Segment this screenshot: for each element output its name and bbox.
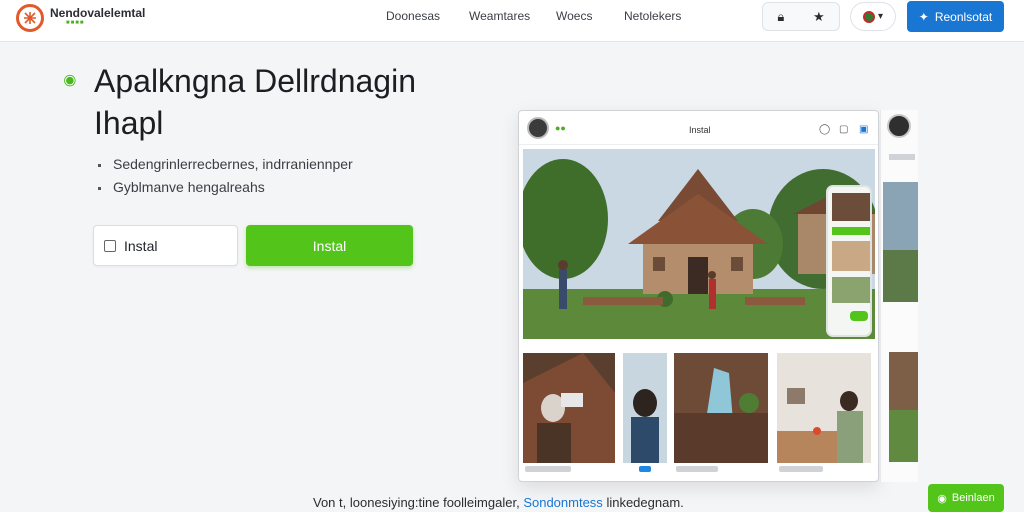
footer-note: Von t, loonesiying:tine foolleimgaler, S… bbox=[313, 495, 684, 510]
top-navigation-bar: Nendovalelemtal ■■■■ Doonesas Weamtares … bbox=[0, 0, 1024, 42]
thumbnail-caption bbox=[779, 466, 823, 472]
leaf-icon: ◉ bbox=[59, 69, 80, 91]
mobile-preview bbox=[826, 185, 872, 337]
hero-bullet: Sedengrinlerrecbernes, indrraniennper bbox=[98, 156, 353, 172]
chevron-icon: ▾ bbox=[877, 10, 884, 22]
nav-link-3[interactable]: Woecs bbox=[556, 9, 592, 23]
brand-logo-icon[interactable] bbox=[16, 4, 44, 32]
hero-bullet-text: Sedengrinlerrecbernes, indrraniennper bbox=[113, 156, 353, 172]
nav-link-4[interactable]: Netolekers bbox=[624, 9, 681, 23]
footer-text-before: Von t, loonesiying:tine foolleimgaler, bbox=[313, 495, 520, 510]
brand-tagline-marks: ■■■■ bbox=[66, 20, 85, 26]
footer-link[interactable]: Sondonmtess bbox=[523, 495, 603, 510]
gallery-thumbnail[interactable] bbox=[623, 353, 667, 463]
star-icon[interactable]: ★ bbox=[813, 10, 825, 23]
hero-title: Apalkngna Dellrdnagin Ihapl bbox=[94, 60, 454, 144]
chat-icon: ◉ bbox=[937, 492, 947, 505]
user-menu[interactable]: ▾ bbox=[850, 2, 896, 31]
nav-link-1[interactable]: Doonesas bbox=[386, 9, 440, 23]
adjacent-avatar bbox=[887, 114, 911, 138]
user-avatar-icon bbox=[862, 10, 875, 23]
chat-button-label: Beinlaen bbox=[951, 492, 995, 504]
checkbox-option[interactable]: Instal bbox=[93, 225, 238, 266]
search-icon[interactable]: ◯ bbox=[819, 124, 830, 135]
header-action-group: 🔒︎ ★ bbox=[762, 2, 840, 31]
hero-title-line-2: Ihapl bbox=[94, 105, 164, 141]
gallery-thumbnail[interactable] bbox=[674, 353, 768, 463]
user-plus-icon: ✦ bbox=[918, 9, 929, 24]
thumbnail-caption bbox=[676, 466, 718, 472]
lock-icon[interactable]: 🔒︎ bbox=[777, 10, 784, 23]
gallery-thumbnail[interactable] bbox=[523, 353, 615, 463]
leaf-icon: ●● bbox=[555, 123, 566, 133]
checkbox-icon[interactable] bbox=[104, 239, 116, 252]
adjacent-screen-preview bbox=[880, 110, 918, 482]
nav-link-2[interactable]: Weamtares bbox=[469, 9, 530, 23]
gallery-thumbnail[interactable] bbox=[777, 353, 871, 463]
app-preview-window: ●● Instal ◯ ▢ ▣ bbox=[518, 110, 879, 482]
register-button-label: Reonlsotat bbox=[934, 9, 993, 24]
featured-photo[interactable] bbox=[523, 149, 875, 339]
hero-bullet: Gyblmanve hengalreahs bbox=[98, 179, 265, 195]
checkbox-label: Instal bbox=[124, 237, 158, 254]
thumbnail-caption bbox=[525, 466, 571, 472]
brand-name[interactable]: Nendovalelemtal bbox=[50, 6, 145, 20]
register-button[interactable]: ✦ Reonlsotat bbox=[907, 1, 1004, 32]
preview-header: ●● Instal ◯ ▢ ▣ bbox=[519, 111, 878, 145]
chat-button[interactable]: ◉ Beinlaen bbox=[928, 484, 1004, 512]
preview-avatar bbox=[527, 117, 549, 139]
hero-bullet-text: Gyblmanve hengalreahs bbox=[113, 179, 265, 195]
thumbnail-caption bbox=[639, 466, 651, 472]
install-button[interactable]: Instal bbox=[246, 225, 413, 266]
preview-title: Instal bbox=[689, 125, 711, 135]
footer-text-after: linkedegnam. bbox=[606, 495, 684, 510]
hero-title-line-1: Apalkngna Dellrdnagin bbox=[94, 63, 416, 99]
settings-icon[interactable]: ▢ bbox=[839, 124, 848, 135]
share-icon[interactable]: ▣ bbox=[859, 124, 868, 135]
